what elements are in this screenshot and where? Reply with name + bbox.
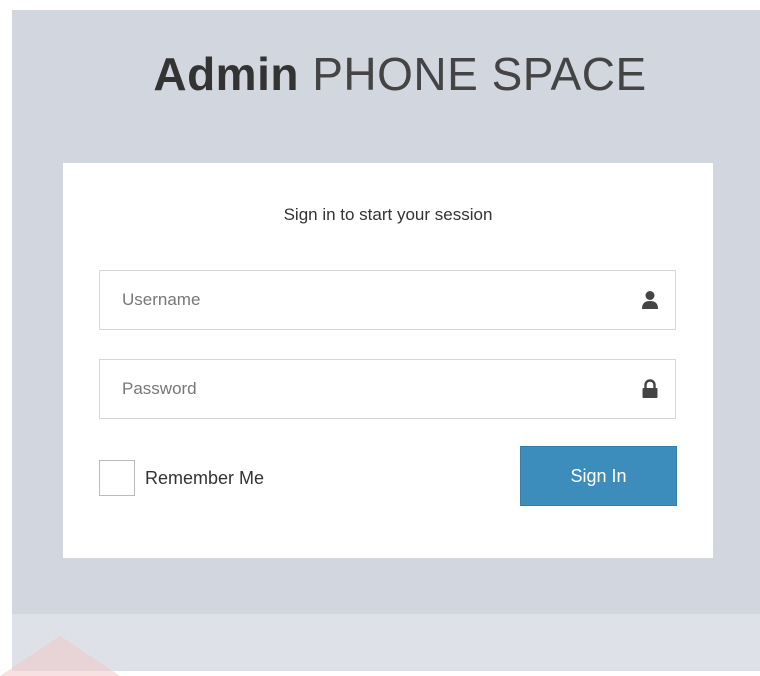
watermark-corner [0,636,120,676]
password-field [99,359,676,419]
sign-in-button[interactable]: Sign In [520,446,677,506]
password-input[interactable] [100,360,620,418]
remember-me-checkbox[interactable] [99,460,135,496]
lock-icon [642,379,658,398]
username-field [99,270,676,330]
login-logo: Admin PHONE SPACE [12,44,760,104]
page-footer-band [12,614,760,671]
logo-bold-text: Admin [153,48,299,100]
login-box-message: Sign in to start your session [283,205,493,224]
user-icon [642,291,658,309]
username-input[interactable] [100,271,620,329]
login-box: Sign in to start your session Remember M… [63,163,713,558]
remember-me: Remember Me [99,448,264,508]
remember-me-label[interactable]: Remember Me [145,468,264,489]
logo-light-text: PHONE SPACE [312,48,647,100]
